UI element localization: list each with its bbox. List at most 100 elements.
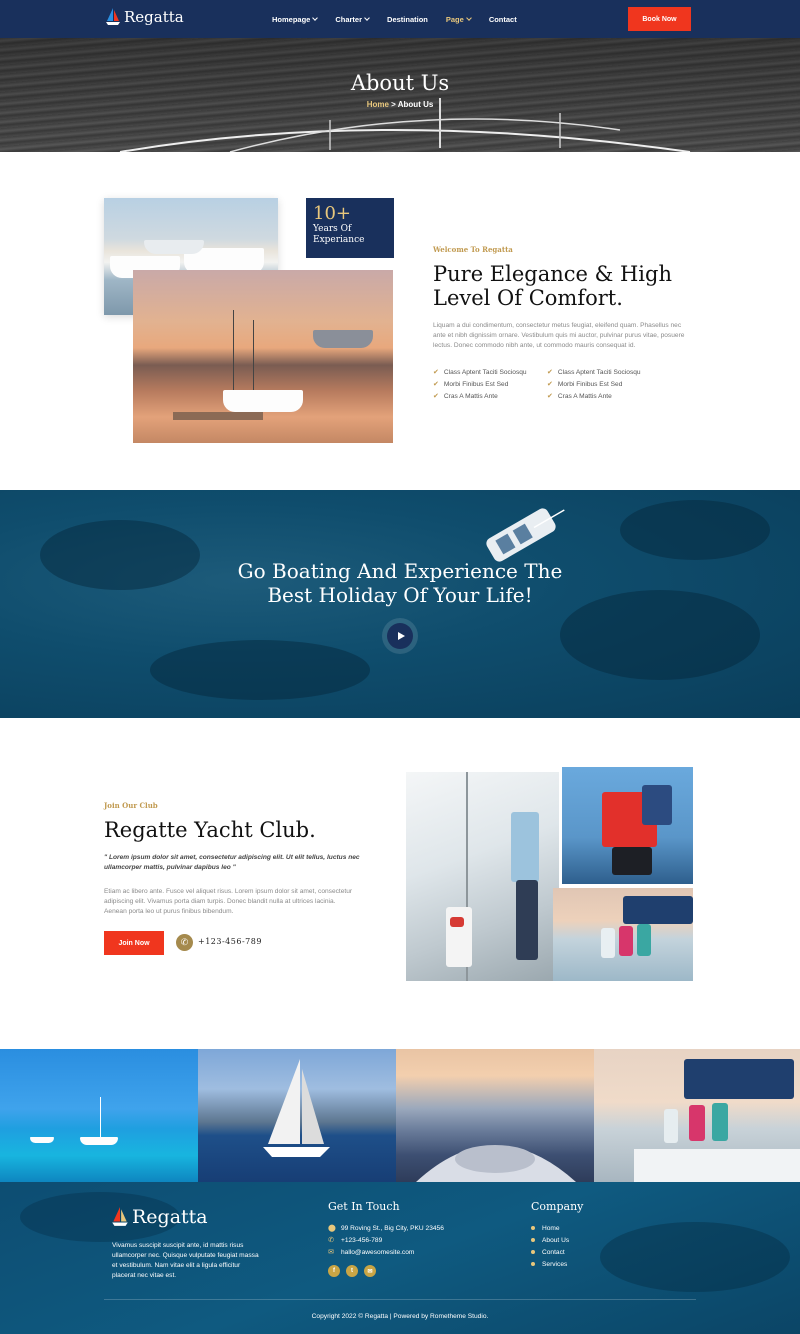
nav-item-page[interactable]: Page bbox=[446, 15, 472, 24]
feature-label: Class Aptent Taciti Sociosqu bbox=[443, 368, 527, 376]
check-icon: ✔ bbox=[433, 381, 439, 388]
footer-link-about[interactable]: About Us bbox=[531, 1234, 569, 1246]
link-label: About Us bbox=[542, 1236, 570, 1244]
link-label: Home bbox=[542, 1224, 560, 1232]
marina-sunset-photo bbox=[133, 270, 393, 443]
check-icon: ✔ bbox=[547, 381, 553, 388]
sailboat-logo-icon bbox=[106, 8, 120, 25]
nav-item-charter[interactable]: Charter bbox=[335, 14, 370, 24]
photo-gallery bbox=[0, 1049, 800, 1182]
footer-company-links: Home About Us Contact Services bbox=[531, 1222, 569, 1270]
sailboat-shape bbox=[223, 390, 303, 412]
envelope-icon: ✉ bbox=[328, 1249, 334, 1256]
nav-label: Destination bbox=[387, 14, 428, 24]
sailboat-shape bbox=[80, 1137, 118, 1145]
nav-item-destination[interactable]: Destination bbox=[387, 15, 428, 24]
chevron-down-icon bbox=[364, 14, 370, 21]
breadcrumb: Home > About Us bbox=[0, 100, 800, 109]
gallery-photo-tropical[interactable] bbox=[0, 1049, 198, 1182]
feature-label: Morbi Finibus Est Sed bbox=[443, 380, 509, 388]
page-hero: About Us Home > About Us bbox=[0, 38, 800, 152]
experience-label: Years Of Experiance bbox=[313, 224, 365, 245]
footer-email[interactable]: ✉ hallo@awesomesite.com bbox=[328, 1246, 444, 1258]
sailboat-illustration bbox=[263, 1059, 330, 1157]
page-title: About Us bbox=[350, 71, 450, 95]
person-shape bbox=[712, 1103, 728, 1141]
person-shape bbox=[446, 907, 472, 967]
person-shape bbox=[601, 928, 615, 958]
gallery-photo-friends[interactable] bbox=[594, 1049, 800, 1182]
address-text: 99 Roving St., Big City, PKU 23456 bbox=[341, 1224, 444, 1232]
yacht-bow-illustration bbox=[416, 1145, 576, 1182]
banner-headline: Go Boating And Experience The Best Holid… bbox=[0, 559, 800, 607]
person-shape bbox=[689, 1105, 705, 1141]
main-menu: Homepage Charter Destination Page Contac… bbox=[272, 0, 517, 38]
club-quote: " Lorem ipsum dolor sit amet, consectetu… bbox=[104, 854, 360, 871]
footer-link-contact[interactable]: Contact bbox=[531, 1246, 569, 1258]
feature-item: ✔ Morbi Finibus Est Sed bbox=[547, 378, 641, 390]
feature-label: Cras A Mattis Ante bbox=[557, 392, 612, 400]
link-label: Contact bbox=[542, 1248, 565, 1256]
breadcrumb-current: About Us bbox=[397, 100, 434, 109]
book-now-button[interactable]: Book Now bbox=[628, 7, 691, 31]
twitter-icon[interactable]: t bbox=[346, 1265, 358, 1277]
person-shape bbox=[664, 1109, 678, 1143]
club-eyebrow: Join Our Club bbox=[104, 801, 158, 810]
person-shape bbox=[511, 812, 539, 882]
footer-link-services[interactable]: Services bbox=[531, 1258, 569, 1270]
check-icon: ✔ bbox=[433, 393, 439, 400]
brand-logo[interactable]: Regatta bbox=[106, 8, 184, 26]
check-icon: ✔ bbox=[547, 393, 553, 400]
feature-item: ✔ Cras A Mattis Ante bbox=[547, 390, 641, 402]
boat-railing-illustration bbox=[119, 98, 691, 152]
feature-label: Morbi Finibus Est Sed bbox=[557, 380, 623, 388]
email-text: hallo@awesomesite.com bbox=[341, 1248, 415, 1256]
mast-shape bbox=[233, 310, 234, 400]
footer-contact-heading: Get In Touch bbox=[328, 1200, 400, 1213]
breadcrumb-home-link[interactable]: Home bbox=[367, 100, 389, 109]
footer-address: ⬤ 99 Roving St., Big City, PKU 23456 bbox=[328, 1222, 444, 1234]
join-now-button[interactable]: Join Now bbox=[104, 931, 164, 955]
club-description: Etiam ac libero ante. Fusce vel aliquet … bbox=[104, 888, 353, 915]
deck-shape bbox=[634, 1149, 800, 1182]
footer-brand-name: Regatta bbox=[132, 1206, 208, 1228]
play-video-button[interactable] bbox=[387, 623, 413, 649]
person-shape bbox=[516, 880, 538, 960]
phone-icon: ✆ bbox=[176, 934, 193, 951]
legs-shape bbox=[612, 847, 652, 875]
check-icon: ✔ bbox=[547, 369, 553, 376]
facebook-icon[interactable]: f bbox=[328, 1265, 340, 1277]
nav-item-contact[interactable]: Contact bbox=[489, 15, 517, 24]
footer-company-heading: Company bbox=[531, 1200, 584, 1213]
bullet-icon bbox=[531, 1226, 535, 1230]
person-shape bbox=[619, 926, 633, 956]
experience-number: 10+ bbox=[313, 203, 351, 224]
footer-link-home[interactable]: Home bbox=[531, 1222, 569, 1234]
sailboat-shape bbox=[30, 1137, 54, 1143]
feature-item: ✔ Class Aptent Taciti Sociosqu bbox=[433, 366, 527, 378]
banner-headline-line: Best Holiday Of Your Life! bbox=[267, 583, 533, 607]
gallery-photo-sailboat[interactable] bbox=[198, 1049, 396, 1182]
club-phone[interactable]: +123-456-789 bbox=[198, 937, 262, 946]
gallery-photo-bow[interactable] bbox=[396, 1049, 594, 1182]
email-icon[interactable]: ✉ bbox=[364, 1265, 376, 1277]
phone-icon: ✆ bbox=[328, 1237, 334, 1244]
boat-shape bbox=[173, 412, 263, 420]
yacht-shape bbox=[144, 240, 204, 254]
feature-list-right: ✔ Class Aptent Taciti Sociosqu ✔ Morbi Fin… bbox=[547, 366, 641, 402]
footer-logo[interactable]: Regatta bbox=[112, 1206, 208, 1228]
feature-list-left: ✔ Class Aptent Taciti Sociosqu ✔ Morbi Fin… bbox=[433, 366, 527, 402]
breadcrumb-separator: > bbox=[388, 100, 398, 109]
reef-shape bbox=[620, 500, 770, 560]
nav-item-homepage[interactable]: Homepage bbox=[272, 15, 319, 24]
person-shape bbox=[637, 924, 651, 956]
location-pin-icon: ⬤ bbox=[328, 1225, 336, 1232]
bullet-icon bbox=[531, 1262, 535, 1266]
social-links: f t ✉ bbox=[328, 1265, 376, 1277]
scarf-shape bbox=[450, 917, 464, 927]
copyright-text: Copyright 2022 © Regatta | Powered by Ro… bbox=[311, 1313, 489, 1320]
footer-phone[interactable]: ✆ +123-456-789 bbox=[328, 1234, 444, 1246]
mast-shape bbox=[100, 1097, 101, 1139]
footer-divider bbox=[104, 1299, 696, 1300]
helmsman-photo bbox=[562, 767, 693, 884]
